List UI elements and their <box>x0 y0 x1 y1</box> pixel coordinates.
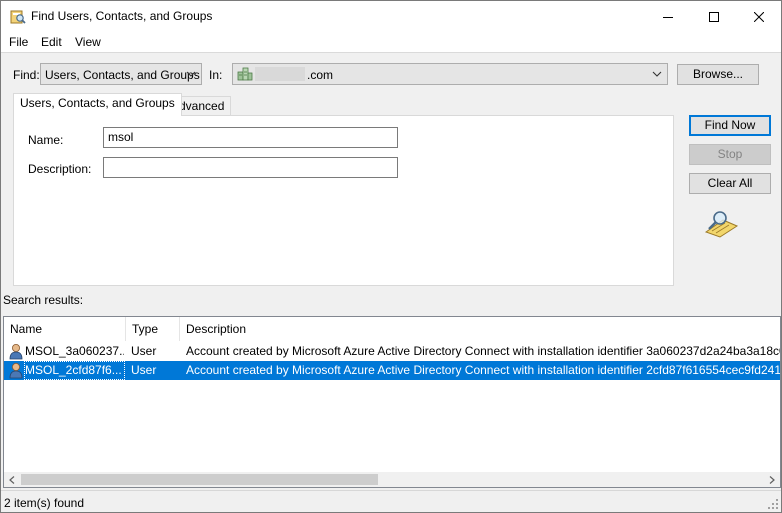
find-users-window: Find Users, Contacts, and Groups File Ed… <box>0 0 782 513</box>
horizontal-scrollbar[interactable] <box>4 472 780 487</box>
domain-icon <box>237 67 253 81</box>
window-title: Find Users, Contacts, and Groups <box>31 9 213 23</box>
menu-edit[interactable]: Edit <box>41 35 62 49</box>
search-animation-icon <box>704 211 739 238</box>
chevron-left-icon <box>9 475 15 484</box>
menu-bar: File Edit View <box>1 32 781 52</box>
title-bar[interactable]: Find Users, Contacts, and Groups <box>1 1 781 32</box>
column-header-type[interactable]: Type <box>126 317 180 341</box>
column-header-description[interactable]: Description <box>180 317 780 341</box>
results-list[interactable]: Name Type Description MSOL_3a060237... U… <box>3 316 781 488</box>
search-criteria-panel: Name: msol Description: <box>13 115 674 286</box>
find-label: Find: <box>13 68 40 82</box>
find-type-value: Users, Contacts, and Groups <box>45 68 200 82</box>
find-now-button[interactable]: Find Now <box>689 115 771 136</box>
table-row[interactable]: MSOL_3a060237... User Account created by… <box>4 342 780 361</box>
directory-search-icon <box>10 10 26 24</box>
row-name: MSOL_3a060237... <box>25 344 124 358</box>
search-results-label: Search results: <box>3 293 84 307</box>
chevron-right-icon <box>769 475 775 484</box>
in-label: In: <box>209 68 223 82</box>
status-text: 2 item(s) found <box>4 496 85 510</box>
name-label: Name: <box>28 133 64 147</box>
browse-button[interactable]: Browse... <box>677 64 759 85</box>
scrollbar-thumb[interactable] <box>21 474 378 485</box>
row-description: Account created by Microsoft Azure Activ… <box>186 344 780 358</box>
description-label: Description: <box>28 162 92 176</box>
menu-file[interactable]: File <box>9 35 28 49</box>
status-bar: 2 item(s) found <box>1 490 781 512</box>
tab-users-contacts-groups[interactable]: Users, Contacts, and Groups <box>13 93 182 116</box>
description-input[interactable] <box>103 157 398 178</box>
clear-all-button[interactable]: Clear All <box>689 173 771 194</box>
find-type-dropdown[interactable]: Users, Contacts, and Groups <box>40 63 202 85</box>
row-type: User <box>131 363 157 377</box>
scroll-left-button[interactable] <box>4 472 20 487</box>
close-button[interactable] <box>736 1 781 32</box>
redacted-domain <box>255 67 305 81</box>
minimize-icon <box>663 16 673 18</box>
menu-divider <box>1 52 781 53</box>
maximize-button[interactable] <box>691 1 737 32</box>
minimize-button[interactable] <box>645 1 691 32</box>
row-type: User <box>131 344 157 358</box>
menu-view[interactable]: View <box>75 35 101 49</box>
close-icon <box>754 11 764 22</box>
in-location-value: .com <box>307 68 334 82</box>
chevron-down-icon <box>652 71 662 77</box>
chevron-down-icon <box>186 71 196 77</box>
column-header-name[interactable]: Name <box>4 317 126 341</box>
resize-grip-icon[interactable] <box>767 498 779 510</box>
row-name: MSOL_2cfd87f6... <box>25 363 122 377</box>
user-icon <box>9 363 23 379</box>
name-input[interactable]: msol <box>103 127 398 148</box>
user-icon <box>9 344 23 360</box>
table-row-selected[interactable]: MSOL_2cfd87f6... User Account created by… <box>4 361 780 380</box>
maximize-icon <box>709 11 719 22</box>
in-location-dropdown[interactable]: .com <box>232 63 668 85</box>
scroll-right-button[interactable] <box>764 472 780 487</box>
row-description: Account created by Microsoft Azure Activ… <box>186 363 780 377</box>
stop-button[interactable]: Stop <box>689 144 771 165</box>
